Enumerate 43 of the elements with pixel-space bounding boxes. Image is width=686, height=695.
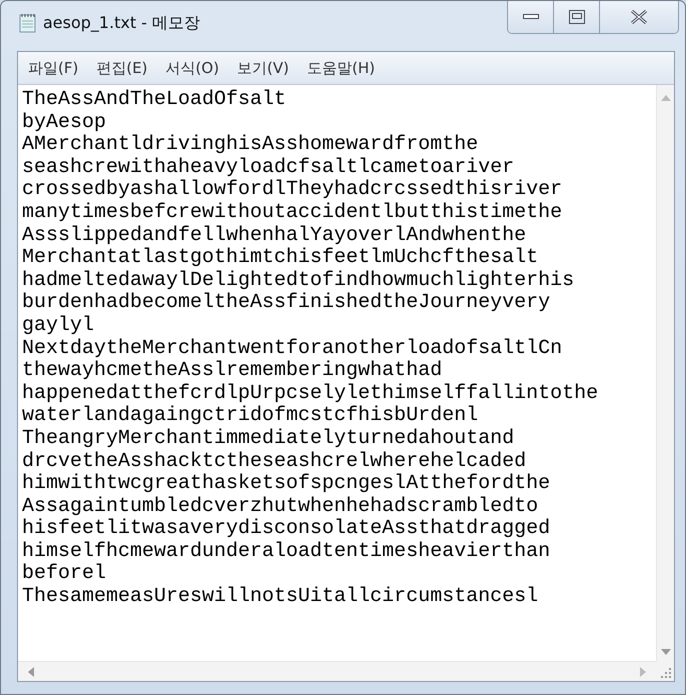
text-line: himwithtwcgreathasketsofspcngeslAtthefordthe (22, 473, 552, 496)
scroll-up-icon (660, 95, 670, 101)
text-line: beforel (22, 563, 108, 586)
menu-item[interactable]: 도움말(H) (307, 58, 375, 78)
text-line: thewayhcmetheAsslrememberingwhathad (22, 360, 444, 383)
menu-item[interactable]: 서식(O) (166, 58, 220, 78)
vertical-scrollbar[interactable] (656, 85, 674, 661)
scroll-down-icon (660, 649, 670, 655)
text-line: waterlandagaingctridofmcstcfhisbUrdenl (22, 405, 480, 428)
menu-item[interactable]: 파일(F) (28, 58, 78, 78)
text-line: byAesop (22, 112, 108, 134)
text-line: crossedbyashallowfordlTheyhadcrcssedthisriver (22, 179, 564, 202)
text-line: himselfhcmewardunderaloadtentimesheavierthan (22, 540, 552, 564)
minimize-button[interactable] (508, 1, 554, 33)
notepad-icon (19, 13, 37, 33)
text-line: seashcrewithaheavyloadcfsaltlcametoariver (22, 156, 516, 180)
text-line: TheAssAndTheLoadOfsalt (22, 89, 288, 112)
text-line: MerchantatlastgothimtchisfeetlmUchcfthesalt (22, 247, 540, 270)
text-line: hadmeltedawaylDelightedtofindhowmuchlighterhis (22, 270, 576, 292)
text-line: Assagaintumbledcverzhutwhenhehadscrambledto (22, 496, 540, 518)
close-button[interactable] (600, 1, 678, 33)
text-line: manytimesbefcrewithoutaccidentlbutthistimethe (22, 202, 564, 225)
text-line: NextdaytheMerchantwentforanotherloadofsaltlCn (22, 338, 564, 360)
horizontal-scrollbar[interactable] (18, 661, 656, 681)
scroll-left-icon (28, 666, 34, 676)
menu-item[interactable]: 보기(V) (237, 58, 290, 78)
maximize-icon (568, 10, 584, 24)
window-title: aesop_1.txt - 메모장 (43, 12, 200, 34)
text-line: drcvetheAsshacktctheseashcrelwherehelcaded (22, 450, 528, 474)
close-icon (630, 10, 648, 24)
menu-item[interactable]: 편집(E) (96, 58, 148, 78)
text-line: gaylyl (22, 314, 96, 338)
text-line: ThesamemeasUreswillnotsUitallcircumstancesl (22, 586, 540, 609)
text-line: AssslippedandfellwhenhalYayoverlAndwhenthe (22, 224, 528, 248)
text-line: TheangryMerchantimmediatelyturnedahoutand (22, 428, 516, 450)
resize-grip-icon[interactable] (661, 668, 671, 678)
text-line: AMerchantldrivinghisAsshomewardfromthe (22, 134, 480, 157)
minimize-icon (522, 14, 538, 20)
scroll-right-icon (640, 666, 646, 676)
maximize-button[interactable] (554, 1, 600, 33)
text-line: happenedatthefcrdlpUrpcselylethimselffallintothe (22, 382, 600, 406)
text-line: hisfeetlitwasaverydisconsolateAssthatdragged (22, 518, 552, 541)
text-line: burdenhadbecomeltheAssfinishedtheJourneyvery (22, 292, 552, 315)
